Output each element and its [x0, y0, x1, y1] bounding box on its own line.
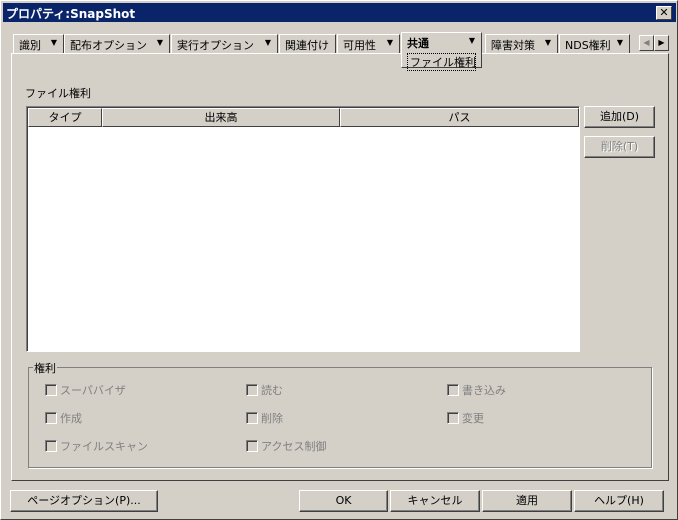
- checkbox-label: アクセス制御: [261, 440, 327, 453]
- tab-label: 配布オプション: [70, 39, 147, 52]
- file-rights-list[interactable]: タイプ 出来高 パス: [26, 106, 580, 352]
- tab-label: 関連付け: [285, 39, 329, 52]
- dropdown-arrow-icon: ▼: [50, 38, 57, 47]
- checkbox-label: 変更: [462, 412, 484, 425]
- dropdown-arrow-icon: ▼: [616, 38, 623, 47]
- tab-scroll-right-button[interactable]: ▶: [654, 35, 669, 51]
- rights-group-label: 権利: [33, 360, 57, 376]
- checkbox-label: 作成: [60, 412, 82, 425]
- tab-associations[interactable]: 関連付け: [279, 34, 336, 54]
- tab-identification[interactable]: 識別 ▼: [13, 34, 64, 54]
- tab-label: 障害対策: [491, 39, 535, 52]
- tab-label: 識別: [19, 39, 41, 52]
- checkbox-access-control[interactable]: アクセス制御: [246, 438, 326, 454]
- dropdown-arrow-icon: ▼: [156, 38, 163, 47]
- tab-label: 可用性: [343, 39, 376, 52]
- section-label: ファイル権利: [25, 87, 91, 100]
- tab-distribution-options[interactable]: 配布オプション ▼: [64, 34, 170, 54]
- checkbox-file-scan[interactable]: ファイルスキャン: [45, 438, 148, 454]
- checkbox-write[interactable]: 書き込み: [447, 382, 506, 398]
- dropdown-arrow-icon: ▼: [264, 38, 271, 47]
- tab-run-options[interactable]: 実行オプション ▼: [171, 34, 278, 54]
- close-button[interactable]: ✕: [656, 6, 672, 20]
- checkbox-erase[interactable]: 削除: [246, 410, 283, 426]
- ok-button[interactable]: OK: [299, 490, 388, 512]
- column-header-volume[interactable]: 出来高: [102, 108, 340, 127]
- dropdown-arrow-icon: ▼: [386, 38, 393, 47]
- rights-group: 権利 スーパバイザ 読む 書き込み 作成 削除 変更 ファイルスキャン アクセス…: [28, 360, 652, 468]
- checkbox-read[interactable]: 読む: [246, 382, 283, 398]
- checkbox-icon: [246, 384, 258, 396]
- checkbox-supervisor[interactable]: スーパバイザ: [45, 382, 126, 398]
- checkbox-label: 読む: [261, 384, 283, 397]
- properties-window: プロパティ:SnapShot ✕ 識別 ▼ 配布オプション ▼ 実行オプション ▼ 関…: [0, 0, 678, 520]
- add-button[interactable]: 追加(D): [584, 106, 655, 128]
- column-header-type[interactable]: タイプ: [28, 108, 102, 127]
- tab-common[interactable]: 共通 ▼ ファイル権利: [401, 32, 482, 71]
- checkbox-icon: [246, 412, 258, 424]
- delete-button[interactable]: 削除(T): [584, 136, 655, 158]
- checkbox-label: 削除: [261, 412, 283, 425]
- dropdown-arrow-icon: ▼: [544, 38, 551, 47]
- help-button[interactable]: ヘルプ(H): [574, 490, 664, 512]
- tab-nds-rights[interactable]: NDS権利 ▼: [559, 34, 630, 54]
- tab-label: 共通: [407, 37, 429, 50]
- apply-button[interactable]: 適用: [482, 490, 572, 512]
- tab-availability[interactable]: 可用性 ▼: [337, 34, 400, 54]
- checkbox-icon: [447, 412, 459, 424]
- subtab-file-rights[interactable]: ファイル権利: [407, 53, 476, 71]
- page-options-button[interactable]: ページオプション(P)...: [10, 490, 158, 512]
- tab-scroll-left-button[interactable]: ◀: [639, 35, 654, 51]
- checkbox-label: ファイルスキャン: [60, 440, 148, 453]
- tab-label: NDS権利: [565, 39, 611, 52]
- checkbox-icon: [246, 440, 258, 452]
- title-bar: プロパティ:SnapShot ✕: [3, 3, 676, 22]
- checkbox-icon: [45, 440, 57, 452]
- tab-fault-tolerance[interactable]: 障害対策 ▼: [485, 34, 558, 54]
- cancel-button[interactable]: キャンセル: [390, 490, 480, 512]
- checkbox-icon: [45, 384, 57, 396]
- checkbox-label: 書き込み: [462, 384, 506, 397]
- tab-label: 実行オプション: [177, 39, 254, 52]
- checkbox-label: スーパバイザ: [60, 384, 126, 397]
- column-header-path[interactable]: パス: [340, 108, 579, 127]
- checkbox-icon: [45, 412, 57, 424]
- checkbox-create[interactable]: 作成: [45, 410, 82, 426]
- dropdown-arrow-icon: ▼: [468, 36, 475, 45]
- checkbox-icon: [447, 384, 459, 396]
- checkbox-modify[interactable]: 変更: [447, 410, 484, 426]
- window-title: プロパティ:SnapShot: [6, 7, 136, 21]
